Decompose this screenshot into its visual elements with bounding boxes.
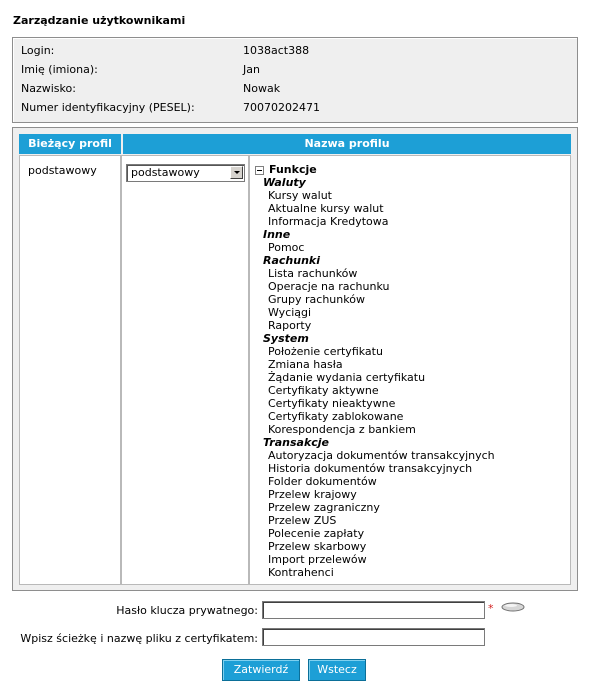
current-profile-value: podstawowy bbox=[28, 164, 97, 177]
tree-root-label: Funkcje bbox=[269, 163, 317, 176]
tree-item[interactable]: Polecenie zapłaty bbox=[268, 527, 364, 540]
tree-item[interactable]: Kursy walut bbox=[268, 189, 332, 202]
tree-item[interactable]: Kontrahenci bbox=[268, 566, 334, 579]
login-label: Login: bbox=[21, 44, 55, 57]
tree-group-label: System bbox=[263, 332, 309, 345]
tree-item[interactable]: Lista rachunków bbox=[268, 267, 357, 280]
tree-item[interactable]: Operacje na rachunku bbox=[268, 280, 389, 293]
cert-path-input[interactable] bbox=[262, 628, 485, 646]
tree-item[interactable]: Certyfikaty nieaktywne bbox=[268, 397, 395, 410]
tree-item[interactable]: Położenie certyfikatu bbox=[268, 345, 383, 358]
back-button[interactable]: Wstecz bbox=[308, 659, 366, 681]
tree-item[interactable]: Aktualne kursy walut bbox=[268, 202, 384, 215]
tree-item[interactable]: Grupy rachunków bbox=[268, 293, 365, 306]
tree-item[interactable]: Certyfikaty aktywne bbox=[268, 384, 379, 397]
pesel-value: 70070202471 bbox=[243, 101, 320, 114]
tree-item[interactable]: Zmiana hasła bbox=[268, 358, 343, 371]
user-info-panel: Login: 1038act388 Imię (imiona): Jan Naz… bbox=[12, 37, 578, 123]
tree-group-label: Waluty bbox=[263, 176, 306, 189]
tree-group-label: Transakcje bbox=[263, 436, 330, 449]
tree-item[interactable]: Przelew zagraniczny bbox=[268, 501, 380, 514]
collapse-icon[interactable] bbox=[255, 166, 264, 175]
tree-item[interactable]: Certyfikaty zablokowane bbox=[268, 410, 403, 423]
cert-path-label: Wpisz ścieżkę i nazwę pliku z certyfikat… bbox=[20, 632, 258, 645]
key-icon[interactable] bbox=[500, 600, 526, 617]
current-profile-header: Bieżący profil bbox=[19, 134, 121, 154]
last-name-value: Nowak bbox=[243, 82, 281, 95]
function-tree-cell: Funkcje Waluty Kursy walut Aktualne kurs… bbox=[249, 155, 571, 585]
tree-item[interactable]: Pomoc bbox=[268, 241, 304, 254]
key-password-input[interactable] bbox=[262, 601, 485, 619]
tree-group-label: Inne bbox=[263, 228, 291, 241]
tree-item[interactable]: Autoryzacja dokumentów transakcyjnych bbox=[268, 449, 495, 462]
profile-name-header: Nazwa profilu bbox=[123, 134, 571, 154]
tree-item[interactable]: Import przelewów bbox=[268, 553, 367, 566]
current-profile-cell: podstawowy bbox=[19, 155, 121, 585]
last-name-label: Nazwisko: bbox=[21, 82, 76, 95]
confirm-button[interactable]: Zatwierdź bbox=[222, 659, 300, 681]
tree-item[interactable]: Żądanie wydania certyfikatu bbox=[268, 371, 425, 384]
tree-item[interactable]: Przelew krajowy bbox=[268, 488, 357, 501]
tree-item[interactable]: Przelew skarbowy bbox=[268, 540, 366, 553]
first-name-value: Jan bbox=[243, 63, 260, 76]
page-title: Zarządzanie użytkownikami bbox=[13, 14, 186, 27]
chevron-down-icon[interactable] bbox=[230, 166, 243, 179]
profile-select-cell: podstawowy bbox=[121, 155, 249, 585]
tree-item[interactable]: Informacja Kredytowa bbox=[268, 215, 388, 228]
profile-panel: Bieżący profil Nazwa profilu podstawowy … bbox=[12, 127, 578, 591]
tree-item[interactable]: Wyciągi bbox=[268, 306, 311, 319]
key-password-label: Hasło klucza prywatnego: bbox=[116, 604, 258, 617]
tree-item[interactable]: Historia dokumentów transakcyjnych bbox=[268, 462, 472, 475]
profile-select[interactable]: podstawowy bbox=[126, 164, 245, 182]
profile-select-value: podstawowy bbox=[131, 166, 200, 179]
tree-item[interactable]: Folder dokumentów bbox=[268, 475, 377, 488]
tree-item[interactable]: Przelew ZUS bbox=[268, 514, 336, 527]
login-value: 1038act388 bbox=[243, 44, 310, 57]
pesel-label: Numer identyfikacyjny (PESEL): bbox=[21, 101, 195, 114]
tree-group-label: Rachunki bbox=[263, 254, 320, 267]
tree-item[interactable]: Korespondencja z bankiem bbox=[268, 423, 416, 436]
first-name-label: Imię (imiona): bbox=[21, 63, 98, 76]
required-mark: * bbox=[488, 602, 494, 615]
tree-item[interactable]: Raporty bbox=[268, 319, 311, 332]
